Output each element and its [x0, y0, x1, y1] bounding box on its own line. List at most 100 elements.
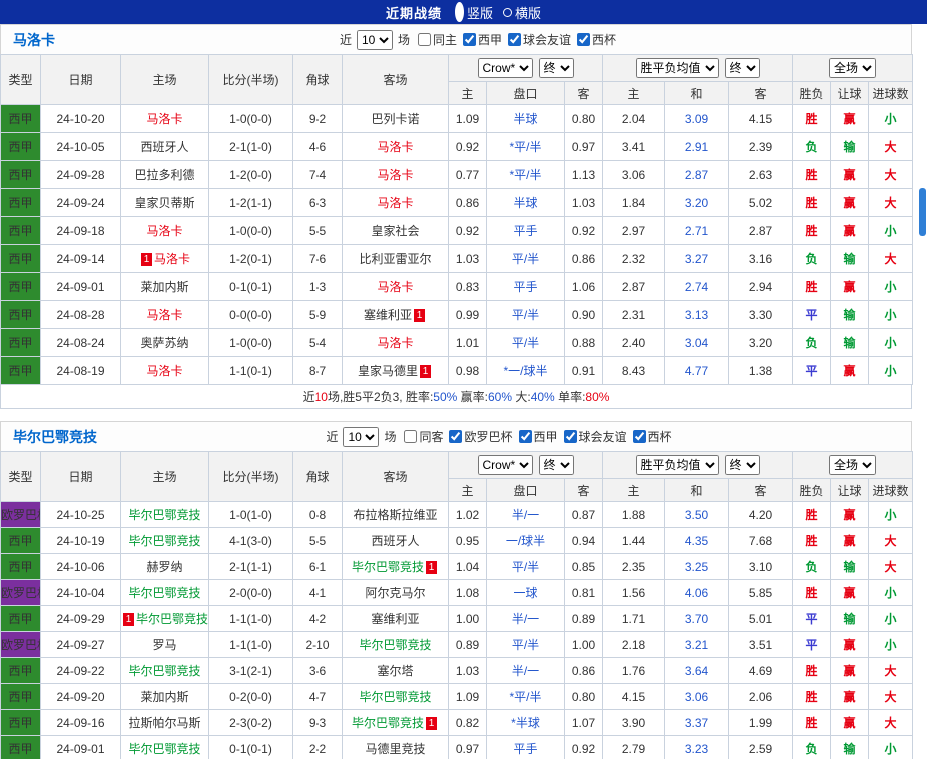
match-row: 西甲 24-09-18 马洛卡 1-0(0-0) 5-5 皇家社会 0.92 平手 0.92 2.…: [0, 216, 914, 245]
result-handicap: 输: [830, 605, 870, 632]
odds-away: 0.89: [563, 605, 604, 632]
corners-cell: 9-2: [292, 104, 343, 133]
filter-checkbox-3[interactable]: 球会友谊: [563, 428, 627, 445]
avg-odds-select[interactable]: 胜平负均值: [635, 455, 719, 475]
handicap-cell: *半球: [486, 709, 565, 736]
checkbox-input[interactable]: [463, 33, 476, 46]
filter-checkbox-1[interactable]: 欧罗巴杯: [449, 428, 513, 445]
sub-col-header: 主: [602, 478, 666, 502]
avg-odds-select[interactable]: 胜平负均值: [635, 58, 719, 78]
sub-col-header: 客: [728, 81, 794, 105]
odds-home: 1.04: [448, 553, 487, 580]
match-row: 西甲 24-10-19 毕尔巴鄂竞技 4-1(3-0) 5-5 西班牙人 0.95 一/球半 0…: [0, 527, 914, 554]
home-team: 莱加内斯: [120, 683, 209, 710]
odds-home: 0.92: [448, 216, 487, 245]
layout-radio-0[interactable]: 竖版: [452, 2, 493, 22]
match-row: 西甲 24-09-28 巴拉多利德 1-2(0-0) 7-4 马洛卡 0.77 *平/半 1.1…: [0, 160, 914, 189]
odds-away: 0.85: [563, 553, 604, 580]
checkbox-input[interactable]: [404, 430, 418, 443]
col-header: 客场: [342, 54, 449, 105]
avg-draw: 3.37: [664, 709, 730, 736]
odds-away: 0.80: [563, 104, 604, 133]
away-team: 比利亚雷亚尔: [342, 244, 449, 273]
result-goals: 小: [868, 631, 914, 658]
result-wdl: 胜: [792, 709, 832, 736]
league-cell: 西甲: [0, 244, 41, 273]
odds-home: 0.95: [448, 527, 487, 554]
handicap-cell: 平/半: [486, 631, 565, 658]
home-team: 罗马: [120, 631, 209, 658]
avg-stage-select[interactable]: 终: [724, 455, 760, 475]
checkbox-input[interactable]: [449, 430, 463, 443]
league-cell: 西甲: [0, 657, 41, 684]
result-goals: 小: [868, 735, 914, 759]
result-handicap: 赢: [830, 272, 870, 301]
odds-provider-select[interactable]: Crow*: [477, 455, 533, 475]
odds-home: 1.02: [448, 501, 487, 528]
red-card-badge: 1: [414, 309, 425, 322]
filter-checkbox-2[interactable]: 球会友谊: [508, 31, 571, 48]
filter-checkbox-0[interactable]: 同客: [404, 428, 443, 445]
section-header: 毕尔巴鄂竞技 近 10 场 同客 欧罗巴杯 西甲 球会友谊 西杯: [0, 421, 912, 451]
date-cell: 24-08-19: [40, 356, 121, 385]
checkbox-input[interactable]: [577, 33, 591, 46]
odds-stage-select[interactable]: 终: [538, 455, 574, 475]
sub-col-header: 主: [602, 81, 666, 105]
odds-away: 0.92: [563, 735, 604, 759]
scrollbar-thumb[interactable]: [919, 188, 926, 236]
filter-checkbox-0[interactable]: 同主: [417, 31, 457, 48]
checkbox-input[interactable]: [632, 430, 646, 443]
odds-provider-select[interactable]: Crow*: [477, 58, 533, 78]
result-goals: 大: [868, 132, 914, 161]
result-wdl: 胜: [792, 216, 832, 245]
filter-checkbox-2[interactable]: 西甲: [518, 428, 558, 445]
result-handicap: 赢: [830, 188, 870, 217]
avg-draw: 3.27: [664, 244, 730, 273]
checkbox-input[interactable]: [417, 33, 431, 46]
games-count-select[interactable]: 10: [343, 426, 380, 447]
team-section-1: 毕尔巴鄂竞技近 10 场同客 欧罗巴杯 西甲 球会友谊 西杯 类型 日期 主场 比分(半场) 角球 客场…: [0, 421, 927, 759]
date-cell: 24-09-14: [40, 244, 121, 273]
league-cell: 西甲: [0, 356, 41, 385]
team-name: 毕尔巴鄂竞技: [128, 586, 201, 600]
corners-cell: 5-5: [292, 527, 343, 554]
avg-home: 4.15: [602, 683, 666, 710]
odds-stage-select[interactable]: 终: [538, 58, 574, 78]
games-count-select[interactable]: 10: [356, 29, 393, 50]
odds-away: 0.91: [563, 356, 604, 385]
match-row: 西甲 24-10-20 马洛卡 1-0(0-0) 9-2 巴列卡诺 1.09 半球 0.80 2.…: [0, 104, 914, 133]
away-team: 马洛卡: [342, 328, 449, 357]
away-team: 马洛卡: [342, 160, 449, 189]
sub-col-header: 让球: [830, 81, 870, 105]
away-team: 塞维利亚: [342, 605, 449, 632]
date-cell: 24-09-24: [40, 188, 121, 217]
date-cell: 24-09-29: [40, 605, 121, 632]
checkbox-input[interactable]: [508, 33, 522, 46]
team-name: 马洛卡: [377, 196, 414, 210]
avg-home: 2.79: [602, 735, 666, 759]
filter-checkbox-3[interactable]: 西杯: [577, 31, 616, 48]
avg-home: 1.76: [602, 657, 666, 684]
score-cell: 1-0(0-0): [208, 216, 293, 245]
result-handicap: 输: [830, 300, 870, 329]
filter-bar: 近 10 场 同主 西甲 球会友谊 西杯: [55, 29, 899, 50]
corners-cell: 7-4: [292, 160, 343, 189]
team-name: 马德里竞技: [365, 742, 426, 756]
checkbox-input[interactable]: [518, 430, 532, 443]
avg-draw: 4.35: [664, 527, 730, 554]
avg-away: 3.20: [728, 328, 794, 357]
date-cell: 24-09-28: [40, 160, 121, 189]
match-row: 欧罗巴杯24-10-25 毕尔巴鄂竞技 1-0(1-0)0-8 布拉格斯拉维亚 1.02…: [0, 501, 914, 528]
scope-select[interactable]: 全场: [829, 455, 877, 475]
date-cell: 24-10-06: [40, 553, 121, 580]
layout-radio-1[interactable]: 横版: [503, 3, 541, 22]
result-goals: 大: [868, 657, 914, 684]
avg-stage-select[interactable]: 终: [724, 58, 760, 78]
checkbox-input[interactable]: [563, 430, 577, 443]
team-name: 巴拉多利德: [134, 168, 195, 182]
league-cell: 西甲: [0, 328, 41, 357]
filter-checkbox-4[interactable]: 西杯: [632, 428, 672, 445]
scope-select[interactable]: 全场: [829, 58, 877, 78]
summary-line: 近10场,胜5平2负3, 胜率:50% 赢率:60% 大:40% 单率:80%: [0, 385, 912, 409]
filter-checkbox-1[interactable]: 西甲: [463, 31, 502, 48]
